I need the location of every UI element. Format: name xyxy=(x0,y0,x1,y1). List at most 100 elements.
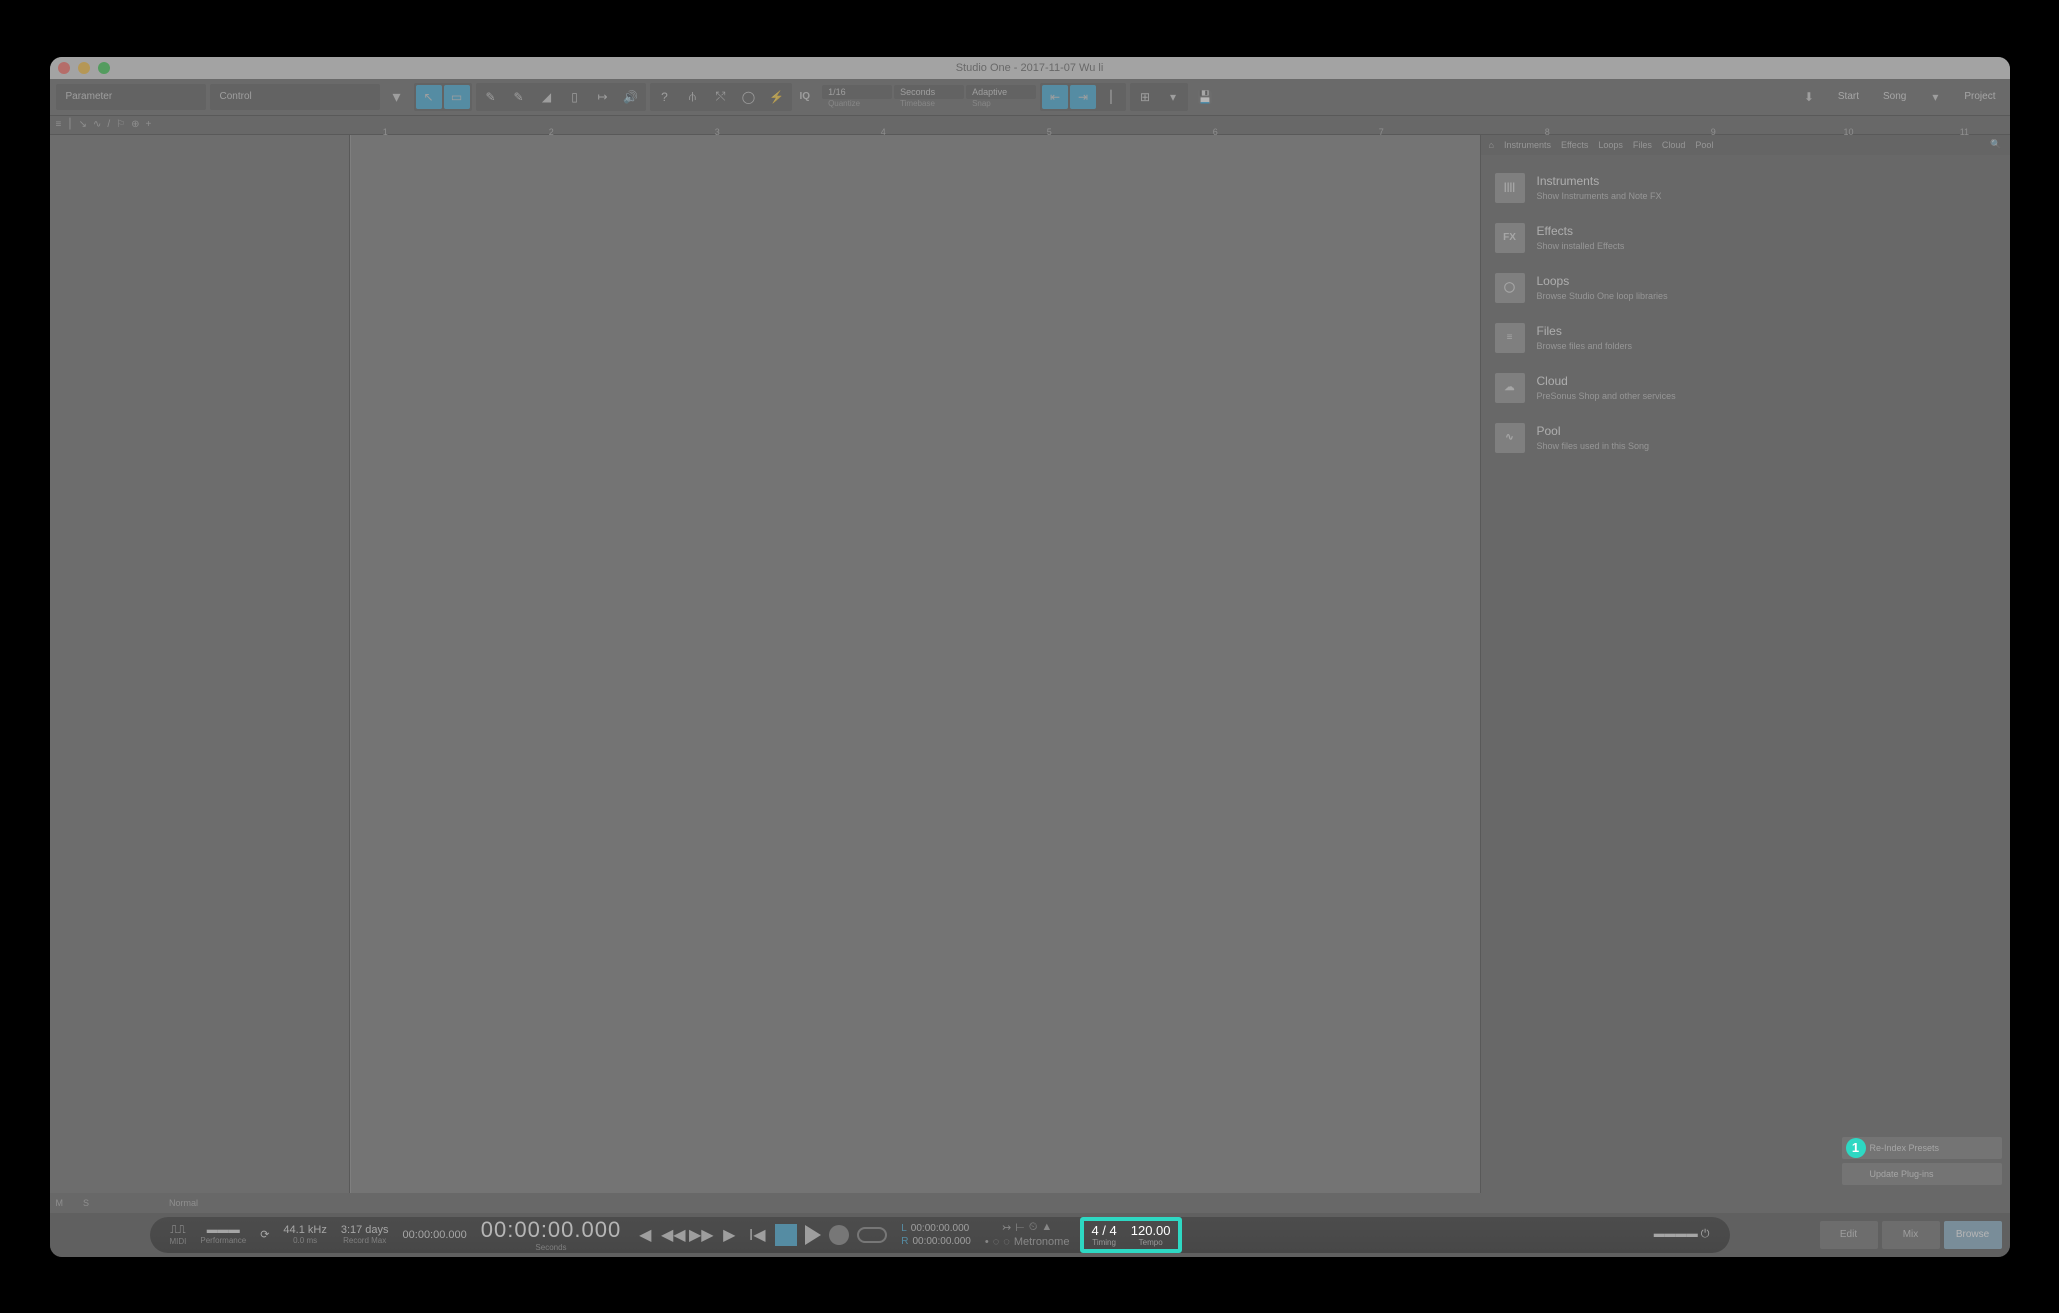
performance-meter[interactable]: ▬▬▬Performance xyxy=(200,1224,246,1245)
grid-dropdown[interactable]: ▾ xyxy=(1160,85,1186,109)
menu-icon[interactable]: ≡ xyxy=(56,119,62,130)
pencil-tool[interactable]: ✎ xyxy=(478,85,504,109)
search-icon[interactable]: 🔍 xyxy=(1990,139,2001,150)
ruler-tick: 9 xyxy=(1711,127,1716,137)
ruler-wave-icon[interactable]: ∿ xyxy=(93,119,101,130)
master-meter[interactable]: ▬▬▬▬ ⏻ xyxy=(1654,1228,1710,1241)
maximize-window-button[interactable] xyxy=(98,62,110,74)
range-tool[interactable]: ▭ xyxy=(444,85,470,109)
browser-item-effects[interactable]: FX EffectsShow installed Effects xyxy=(1491,213,2000,263)
parameter-display[interactable]: Parameter xyxy=(56,84,206,110)
play-button[interactable] xyxy=(805,1225,821,1245)
browser-tab-cloud[interactable]: Cloud xyxy=(1662,140,1686,150)
browser-tab-effects[interactable]: Effects xyxy=(1561,140,1588,150)
close-window-button[interactable] xyxy=(58,62,70,74)
edit-view-button[interactable]: Edit xyxy=(1820,1221,1878,1249)
forward-button[interactable]: ▶▶ xyxy=(691,1225,711,1245)
sample-rate-display[interactable]: 44.1 kHz0.0 ms xyxy=(283,1224,326,1245)
stop-button[interactable] xyxy=(775,1224,797,1246)
timebase-select[interactable]: Seconds xyxy=(894,85,964,99)
metronome-section[interactable]: ↣⊢⏲▲ •◌◌Metronome xyxy=(985,1221,1070,1248)
automation-mode[interactable]: Normal xyxy=(169,1198,198,1208)
control-display[interactable]: Control xyxy=(210,84,380,110)
quantize-select[interactable]: 1/16 xyxy=(822,85,892,99)
browser-tab-instruments[interactable]: Instruments xyxy=(1504,140,1551,150)
tempo-display[interactable]: 120.00Tempo xyxy=(1131,1223,1171,1247)
save-button[interactable]: 💾 xyxy=(1192,85,1218,109)
loop-button[interactable] xyxy=(857,1227,887,1243)
home-icon[interactable]: ⌂ xyxy=(1489,140,1494,150)
minimize-window-button[interactable] xyxy=(78,62,90,74)
main-toolbar: Parameter Control ▾ ↖ ▭ ✎ ✎ ◢ ▯ ↦ 🔊 ? ⫛ … xyxy=(50,79,2010,115)
ruler-flag-icon[interactable]: ⚐ xyxy=(116,119,125,130)
action-tool[interactable]: ⚡ xyxy=(764,85,790,109)
time-signature-display[interactable]: 4 / 4Timing xyxy=(1091,1223,1116,1247)
browser-tab-files[interactable]: Files xyxy=(1633,140,1652,150)
browser-item-loops[interactable]: ◯ LoopsBrowse Studio One loop libraries xyxy=(1491,263,2000,313)
strip-silence-tool[interactable]: ⫛ xyxy=(680,85,706,109)
mix-view-button[interactable]: Mix xyxy=(1882,1221,1940,1249)
preroll-icon[interactable]: ↣ xyxy=(1002,1221,1011,1234)
ruler-arrow-icon[interactable]: ↘ xyxy=(79,119,87,130)
loop-range-display[interactable]: L00:00:00.000 R00:00:00.000 xyxy=(901,1223,971,1247)
effects-icon: FX xyxy=(1495,223,1525,253)
rewind-start-button[interactable]: ◀ xyxy=(635,1225,655,1245)
download-icon[interactable]: ⬇ xyxy=(1796,85,1822,109)
window-titlebar: Studio One - 2017-11-07 Wu li xyxy=(50,57,2010,79)
browser-item-pool[interactable]: ∿ PoolShow files used in this Song xyxy=(1491,413,2000,463)
solo-all-label[interactable]: S xyxy=(83,1198,89,1208)
playhead[interactable] xyxy=(350,135,351,1193)
grid-button[interactable]: ⊞ xyxy=(1132,85,1158,109)
start-page-link[interactable]: Start xyxy=(1830,87,1867,106)
bend-tool[interactable]: ⤲ xyxy=(708,85,734,109)
paint-tool[interactable]: ✎ xyxy=(506,85,532,109)
autoscroll-left-button[interactable]: ⇤ xyxy=(1042,85,1068,109)
ruler-tick: 8 xyxy=(1545,127,1550,137)
pool-icon: ∿ xyxy=(1495,423,1525,453)
snap-label: Snap xyxy=(966,99,1036,108)
position-small-display[interactable]: 00:00:00.000 xyxy=(403,1229,467,1241)
snap-select[interactable]: Adaptive xyxy=(966,85,1036,99)
ruler-plus-icon[interactable]: + xyxy=(145,119,151,130)
arrow-tool[interactable]: ↖ xyxy=(416,85,442,109)
autoscroll-split-button[interactable]: ⎮ xyxy=(1098,85,1124,109)
return-to-start-button[interactable]: I◀ xyxy=(747,1225,767,1245)
cpu-spinner-icon: ⟳ xyxy=(260,1228,269,1241)
browser-tab-pool[interactable]: Pool xyxy=(1695,140,1713,150)
update-plugins-button[interactable]: Update Plug-ins xyxy=(1842,1163,2002,1185)
rewind-button[interactable]: ◀◀ xyxy=(663,1225,683,1245)
precount-icon[interactable]: ⊢ xyxy=(1015,1221,1025,1234)
split-tool[interactable]: ▯ xyxy=(562,85,588,109)
ruler-tool-icon[interactable]: ⎮ xyxy=(67,119,72,130)
eraser-tool[interactable]: ◢ xyxy=(534,85,560,109)
mute-all-label[interactable]: M xyxy=(56,1198,64,1208)
help-tool[interactable]: ? xyxy=(652,85,678,109)
dropdown-icon[interactable]: ▾ xyxy=(384,85,410,109)
browser-tab-loops[interactable]: Loops xyxy=(1598,140,1623,150)
browser-item-files[interactable]: ≡ FilesBrowse files and folders xyxy=(1491,313,2000,363)
timing-tempo-section[interactable]: 4 / 4Timing 120.00Tempo xyxy=(1083,1220,1178,1250)
iq-button[interactable]: IQ xyxy=(796,85,815,109)
ruler-line-icon[interactable]: / xyxy=(107,119,110,130)
browse-view-button[interactable]: Browse xyxy=(1944,1221,2002,1249)
mute-tool[interactable]: ↦ xyxy=(590,85,616,109)
song-dropdown[interactable]: ▾ xyxy=(1922,85,1948,109)
browser-item-instruments[interactable]: |||| InstrumentsShow Instruments and Not… xyxy=(1491,163,2000,213)
nav-tools-group: ? ⫛ ⤲ ◯ ⚡ xyxy=(650,83,792,111)
annotation-badge-1: 1 xyxy=(1846,1138,1866,1158)
arrange-view[interactable] xyxy=(350,135,1480,1193)
zoom-tool[interactable]: ◯ xyxy=(736,85,762,109)
ruler-marker-icon[interactable]: ⊕ xyxy=(131,119,139,130)
misc-group: ⊞ ▾ xyxy=(1130,83,1188,111)
autoscroll-right-button[interactable]: ⇥ xyxy=(1070,85,1096,109)
forward-end-button[interactable]: ▶ xyxy=(719,1225,739,1245)
browser-item-cloud[interactable]: ☁ CloudPreSonus Shop and other services xyxy=(1491,363,2000,413)
click-icon[interactable]: ⏲ xyxy=(1029,1221,1038,1234)
song-page-link[interactable]: Song xyxy=(1875,87,1914,106)
record-button[interactable] xyxy=(829,1225,849,1245)
project-page-link[interactable]: Project xyxy=(1956,87,2003,106)
metronome-icon[interactable]: ▲ xyxy=(1041,1221,1052,1234)
listen-tool[interactable]: 🔊 xyxy=(618,85,644,109)
position-main-display[interactable]: 00:00:00.000Seconds xyxy=(481,1217,621,1252)
reindex-presets-button[interactable]: 1 Re-Index Presets xyxy=(1842,1137,2002,1159)
